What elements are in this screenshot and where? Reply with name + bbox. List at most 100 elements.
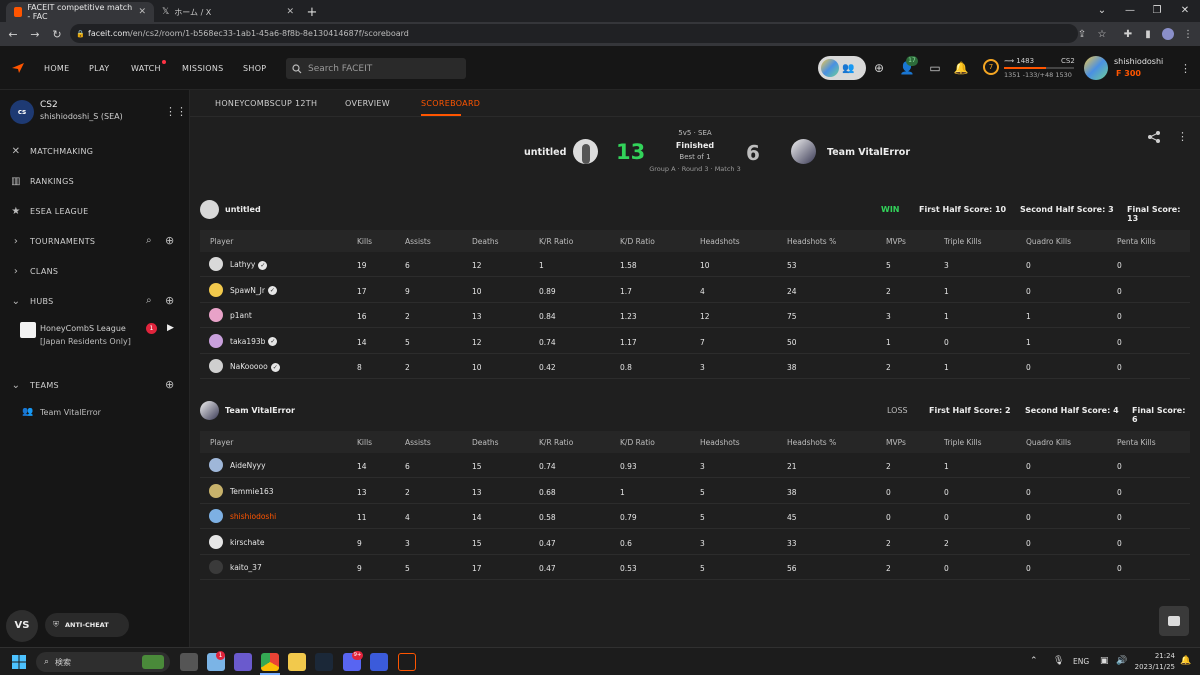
- close-window-button[interactable]: ✕: [1171, 0, 1199, 20]
- team2-name[interactable]: Team VitalError: [827, 147, 910, 158]
- table-row[interactable]: AideNyyy 14 6 15 0.74 0.93 3 21 2 1 0 0: [200, 453, 1190, 478]
- close-tab-icon[interactable]: ✕: [138, 7, 146, 17]
- search-input[interactable]: Search FACEIT: [286, 58, 466, 79]
- maximize-button[interactable]: ❐: [1143, 0, 1171, 20]
- new-tab-button[interactable]: +: [302, 2, 322, 22]
- party-button[interactable]: 👥: [818, 56, 866, 80]
- table-row[interactable]: kaito_37 9 5 17 0.47 0.53 5 56 2 0 0 0: [200, 555, 1190, 580]
- faceit-anticheat-icon[interactable]: [398, 653, 416, 671]
- team-avatar[interactable]: [200, 401, 219, 420]
- sidebar-team-name[interactable]: Team VitalError: [40, 408, 101, 417]
- player-name[interactable]: p1ant: [230, 311, 252, 320]
- tournaments-search-icon[interactable]: ⌕: [146, 235, 152, 246]
- hubs-search-icon[interactable]: ⌕: [146, 295, 152, 306]
- more-vertical-icon[interactable]: ⋮: [1177, 130, 1188, 143]
- player-name[interactable]: taka193b ✓: [230, 337, 278, 346]
- notes-app-icon[interactable]: [370, 653, 388, 671]
- nav-missions[interactable]: MISSIONS: [182, 64, 224, 73]
- user-avatar[interactable]: [1084, 56, 1108, 80]
- nav-home[interactable]: HOME: [44, 64, 69, 73]
- sidebar-item-hubs[interactable]: ⌄ HUBS: [10, 293, 54, 309]
- table-row[interactable]: NaKooooo ✓ 8 2 10 0.42 0.8 3 38 2 1 0 0: [200, 354, 1190, 379]
- tab-honeycombscup[interactable]: HONEYCOMBSCUP 12TH: [215, 99, 317, 108]
- minimize-button[interactable]: —: [1116, 0, 1144, 20]
- player-name[interactable]: AideNyyy: [230, 461, 266, 470]
- faceit-logo-icon[interactable]: [12, 63, 24, 73]
- team-name[interactable]: Team VitalError: [225, 406, 295, 415]
- table-row[interactable]: taka193b ✓ 14 5 12 0.74 1.17 7 50 1 0 1 0: [200, 329, 1190, 354]
- file-explorer-icon[interactable]: [288, 653, 306, 671]
- vs-button[interactable]: VS: [6, 610, 38, 642]
- sidebar-item-matchmaking[interactable]: ✕ MATCHMAKING: [10, 143, 93, 159]
- bookmark-star-icon[interactable]: ☆: [1094, 26, 1110, 42]
- clock-date[interactable]: 2023/11/25: [1125, 663, 1175, 671]
- nav-watch[interactable]: WATCH: [131, 64, 161, 73]
- player-avatar[interactable]: [209, 458, 223, 472]
- share-icon[interactable]: [1147, 130, 1161, 144]
- tab-scoreboard[interactable]: SCOREBOARD: [421, 99, 480, 108]
- browser-tab-x[interactable]: 𝕏 ホーム / X ✕: [154, 2, 302, 22]
- player-name-text[interactable]: kirschate: [230, 538, 264, 547]
- table-row[interactable]: kirschate 9 3 15 0.47 0.6 3 33 2 2 0 0: [200, 530, 1190, 555]
- task-view-icon[interactable]: [180, 653, 198, 671]
- wallet-icon[interactable]: ▭: [927, 60, 943, 76]
- table-row[interactable]: Temmie163 13 2 13 0.68 1 5 38 0 0 0 0: [200, 479, 1190, 504]
- profile-avatar-icon[interactable]: [1160, 26, 1176, 42]
- team1-name[interactable]: untitled: [524, 147, 566, 158]
- browser-tab-faceit[interactable]: FACEIT competitive match - FAC ✕: [6, 2, 154, 22]
- nav-shop[interactable]: SHOP: [243, 64, 266, 73]
- player-name-text[interactable]: shishiodoshi: [230, 512, 276, 521]
- back-icon[interactable]: ←: [4, 25, 22, 43]
- player-name-text[interactable]: Temmie163: [230, 487, 274, 496]
- hubs-add-icon[interactable]: ⊕: [165, 294, 174, 307]
- tab-overview[interactable]: OVERVIEW: [345, 99, 390, 108]
- share-icon[interactable]: ⇪: [1074, 26, 1090, 42]
- player-name[interactable]: shishiodoshi: [230, 512, 276, 521]
- sidebar-item-rankings[interactable]: ▥ RANKINGS: [10, 173, 74, 189]
- tournaments-add-icon[interactable]: ⊕: [165, 234, 174, 247]
- hub-play-icon[interactable]: ▶: [167, 323, 174, 333]
- player-name-text[interactable]: kaito_37: [230, 563, 262, 572]
- steam-icon[interactable]: [315, 653, 333, 671]
- skill-level-badge[interactable]: 7: [983, 59, 999, 75]
- player-avatar[interactable]: [209, 257, 223, 271]
- teams-chat-icon[interactable]: [234, 653, 252, 671]
- chat-button[interactable]: [1159, 606, 1189, 636]
- game-switcher-grid-icon[interactable]: ⋮⋮: [165, 105, 187, 118]
- player-name-text[interactable]: p1ant: [230, 311, 252, 320]
- more-vertical-icon[interactable]: ⋮: [1180, 62, 1191, 75]
- forward-icon[interactable]: →: [26, 25, 44, 43]
- player-avatar[interactable]: [209, 359, 223, 373]
- player-name[interactable]: kirschate: [230, 538, 264, 547]
- player-avatar[interactable]: [209, 333, 223, 348]
- notification-center-icon[interactable]: 🔔: [1180, 656, 1191, 666]
- table-row[interactable]: Lathyy ✓ 19 6 12 1 1.58 10 53 5 3 0 0: [200, 252, 1190, 277]
- player-avatar[interactable]: [209, 483, 223, 498]
- cs2-game-icon[interactable]: cs: [10, 100, 34, 124]
- tray-chevron-up-icon[interactable]: ⌃: [1030, 656, 1038, 666]
- create-party-icon[interactable]: ⊕: [871, 60, 887, 76]
- hub-logo[interactable]: [20, 322, 36, 338]
- player-name-text[interactable]: AideNyyy: [230, 461, 266, 470]
- url-field[interactable]: 🔒 faceit.com/en/cs2/room/1-b568ec33-1ab1…: [70, 24, 1078, 43]
- notifications-bell-icon[interactable]: 🔔: [953, 60, 969, 76]
- input-language[interactable]: ENG: [1073, 657, 1089, 666]
- player-name-text[interactable]: taka193b: [230, 337, 265, 346]
- username[interactable]: shishiodoshi: [1114, 57, 1163, 66]
- team2-avatar[interactable]: [791, 139, 816, 164]
- player-avatar[interactable]: [209, 560, 223, 574]
- sidebar-item-teams[interactable]: ⌄ TEAMS: [10, 377, 59, 393]
- player-avatar[interactable]: [209, 282, 223, 297]
- table-row[interactable]: shishiodoshi 11 4 14 0.58 0.79 5 45 0 0 0 0: [200, 504, 1190, 529]
- player-name[interactable]: SpawN_Jr ✓: [230, 286, 277, 295]
- sidebar-item-clans[interactable]: › CLANS: [10, 263, 58, 279]
- chrome-icon[interactable]: [261, 653, 279, 671]
- team-name[interactable]: untitled: [225, 205, 261, 214]
- player-name-text[interactable]: NaKooooo: [230, 362, 268, 371]
- clock-time[interactable]: 21:24: [1135, 652, 1175, 660]
- team1-avatar[interactable]: [573, 139, 598, 164]
- player-name[interactable]: Lathyy ✓: [230, 260, 268, 270]
- sidepanel-icon[interactable]: ▮: [1140, 26, 1156, 42]
- reload-icon[interactable]: ↻: [48, 25, 66, 43]
- browser-menu-icon[interactable]: ⋮: [1180, 26, 1196, 42]
